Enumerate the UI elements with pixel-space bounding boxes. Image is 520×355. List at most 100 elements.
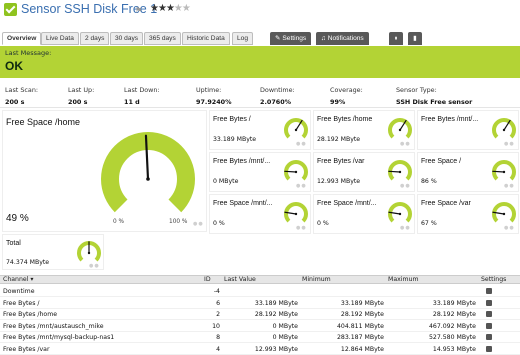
total-gauge-panel[interactable]: Total 74.374 MByte ●● <box>2 234 104 270</box>
tab-settings[interactable]: ✎ Settings <box>270 32 312 45</box>
gauge-value: 33.189 MByte <box>213 136 257 143</box>
cell-minimum: 28.192 MByte <box>340 311 384 318</box>
channel-settings-icon[interactable] <box>486 311 492 317</box>
gauge-value: 0 MByte <box>213 178 239 185</box>
table-row[interactable]: Free Bytes /home 2 28.192 MByte 28.192 M… <box>0 309 520 320</box>
cell-id: -4 <box>213 288 220 295</box>
gauge-label: Free Bytes /var <box>317 158 365 165</box>
sensor-stats: Last Scan: 200 s Last Up: 200 s Last Dow… <box>0 80 520 108</box>
tab-live-data[interactable]: Live Data <box>41 32 79 45</box>
gauge-hub <box>502 212 506 216</box>
star-icon[interactable]: ★ <box>158 3 167 14</box>
gauge-scale-max: 100 % <box>169 219 188 225</box>
tab-365-days[interactable]: 365 days <box>144 32 181 45</box>
cell-channel[interactable]: Free Bytes /home <box>3 309 57 320</box>
header-channel[interactable]: Channel ▾ <box>3 276 33 284</box>
gauge-value: 0 % <box>213 220 225 227</box>
cell-channel[interactable]: Downtime <box>3 286 35 297</box>
gauge-hub <box>294 170 298 174</box>
tab-overview[interactable]: Overview <box>2 32 42 45</box>
gauge-hub <box>398 212 402 216</box>
table-row[interactable]: Free Bytes /var 4 12.993 MByte 12.864 MB… <box>0 344 520 355</box>
tab-30-days[interactable]: 30 days <box>110 32 144 45</box>
channel-settings-icon[interactable] <box>486 299 492 306</box>
tab-bar: Overview Live Data 2 days 30 days 365 da… <box>2 32 520 46</box>
cell-maximum: 527.580 MByte <box>428 334 476 341</box>
channel-settings-icon[interactable] <box>486 288 492 294</box>
cell-minimum: 404.811 MByte <box>336 322 384 330</box>
cell-maximum: 467.092 MByte <box>428 322 476 330</box>
sort-down-icon: ▾ <box>30 276 34 283</box>
cell-channel[interactable]: Free Bytes /mnt/austausch_mike <box>3 321 104 332</box>
small-gauge <box>388 118 412 139</box>
status-value: OK <box>5 59 23 73</box>
star-icon[interactable]: ★ <box>150 3 159 14</box>
tab-historic-data[interactable]: Historic Data <box>182 32 230 45</box>
gauge-label: Free Bytes /home <box>317 116 373 123</box>
star-icon[interactable]: ★ <box>174 3 183 14</box>
bell-icon: ♫ <box>321 35 326 42</box>
cell-last-value: 12.993 MByte <box>254 345 298 353</box>
star-icon[interactable]: ★ <box>166 3 175 14</box>
gauge-arc <box>284 160 308 181</box>
header-maximum[interactable]: Maximum <box>388 276 419 284</box>
primary-gauge-value: 49 % <box>6 213 29 224</box>
cell-channel[interactable]: Free Bytes /var <box>3 344 50 355</box>
gauge-tile[interactable]: Free Space /mnt/... 0 % ●● <box>313 194 415 234</box>
tab-2-days[interactable]: 2 days <box>80 32 110 45</box>
last-message-label: Last Message: <box>5 49 52 57</box>
channel-settings-icon[interactable] <box>486 345 492 352</box>
table-row[interactable]: Free Bytes /mnt/mysql-backup-nas1 8 0 MB… <box>0 332 520 343</box>
gauge-value: 67 % <box>421 220 437 227</box>
channel-settings-icon[interactable] <box>486 334 492 340</box>
gauge-dots-icon: ●● <box>296 225 307 231</box>
gauge-value: 86 % <box>421 178 437 185</box>
gauge-tile[interactable]: Free Bytes /home 28.192 MByte ●● <box>313 110 415 150</box>
stat-coverage: Coverage: 99% <box>330 86 363 106</box>
gauge-dots-icon: ●● <box>193 221 204 227</box>
gauge-tile[interactable]: Free Bytes / 33.189 MByte ●● <box>209 110 311 150</box>
gauge-dots-icon: ●● <box>296 141 307 147</box>
primary-gauge-panel[interactable]: Free Space /home 0 % 100 % 49 % ●● <box>2 110 207 232</box>
gauge-arc <box>492 118 516 139</box>
tab-log[interactable]: Log <box>232 32 254 45</box>
delete-icon: ▮ <box>413 35 417 42</box>
header-id[interactable]: ID <box>204 276 211 284</box>
table-row[interactable]: Free Bytes /mnt/austausch_mike 10 0 MByt… <box>0 321 520 332</box>
gauge-tile[interactable]: Free Space /var 67 % ●● <box>417 194 519 234</box>
gauge-dots-icon: ●● <box>504 141 515 147</box>
gauge-tile[interactable]: Free Bytes /var 12.993 MByte ●● <box>313 152 415 192</box>
cell-maximum: 14.953 MByte <box>432 345 476 353</box>
cell-id: 4 <box>216 345 220 353</box>
cell-minimum: 33.189 MByte <box>340 299 384 307</box>
gauge-needle <box>284 170 297 173</box>
pause-button[interactable]: ⏸ <box>389 32 403 45</box>
gauge-hub <box>502 170 506 174</box>
cell-last-value: 33.189 MByte <box>254 299 298 307</box>
channel-settings-icon[interactable] <box>486 322 492 329</box>
gauge-tile[interactable]: Free Bytes /mnt/... ●● <box>417 110 519 150</box>
cell-last-value: 0 MByte <box>272 322 298 330</box>
primary-gauge <box>101 132 195 213</box>
star-icon[interactable]: ★ <box>182 3 191 14</box>
gauge-tile[interactable]: Free Space /mnt/... 0 % ●● <box>209 194 311 234</box>
cell-channel[interactable]: Free Bytes /mnt/mysql-backup-nas1 <box>3 332 114 343</box>
cell-id: 10 <box>212 322 220 330</box>
gauge-tile[interactable]: Free Bytes /mnt/... 0 MByte ●● <box>209 152 311 192</box>
gauge-needle <box>492 170 505 173</box>
header-last-value[interactable]: Last Value <box>224 276 256 284</box>
gauge-tile[interactable]: Free Space / 86 % ●● <box>417 152 519 192</box>
table-row[interactable]: Downtime -4 <box>0 286 520 297</box>
tab-notifications[interactable]: ♫ Notifications <box>316 32 369 45</box>
pause-icon: ⏸ <box>394 35 398 42</box>
gauge-hub <box>294 128 298 132</box>
cell-channel[interactable]: Free Bytes / <box>3 298 40 309</box>
gauge-hub <box>398 128 402 132</box>
cell-minimum: 283.187 MByte <box>336 334 384 341</box>
header-minimum[interactable]: Minimum <box>302 276 331 284</box>
priority-rating[interactable]: ★★★★★ <box>150 3 191 14</box>
delete-button[interactable]: ▮ <box>408 32 422 45</box>
small-gauge <box>284 160 308 181</box>
flag-icon[interactable]: ⚑ <box>135 6 142 15</box>
table-row[interactable]: Free Bytes / 6 33.189 MByte 33.189 MByte… <box>0 298 520 309</box>
